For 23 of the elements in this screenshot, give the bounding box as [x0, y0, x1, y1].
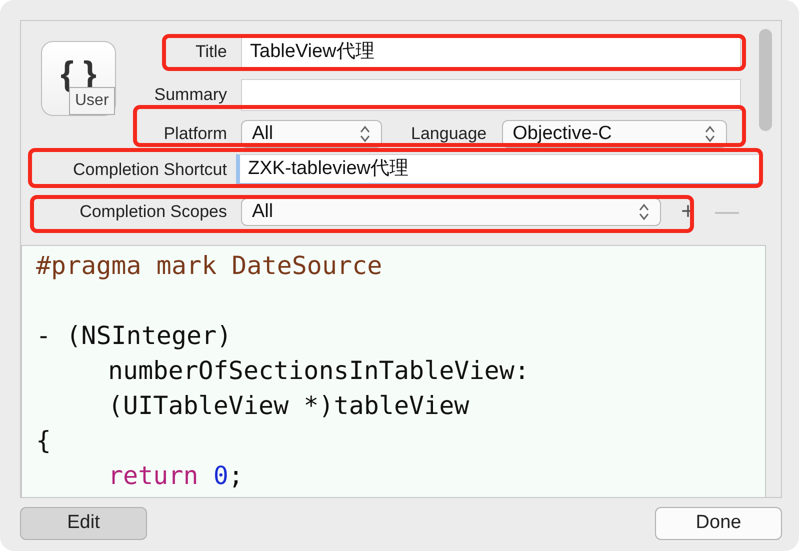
- chevron-icon: [359, 124, 371, 144]
- scrollbar-thumb[interactable]: [759, 29, 772, 131]
- field-label: Summary: [153, 84, 227, 106]
- tooltip: User: [69, 87, 115, 115]
- code-line: - (NSInteger): [36, 320, 233, 352]
- code-line: #pragma mark DateSource: [36, 250, 384, 282]
- code-line: {: [36, 425, 52, 457]
- code-line: numberOfSectionsInTableView:: [107, 355, 530, 387]
- text-field[interactable]: TableView代理: [241, 36, 741, 68]
- code-editor[interactable]: #pragma mark DateSource - (NSInteger) numberOfSectionsInTableView: (UITableView *)tableView { return 0;: [21, 245, 766, 498]
- done-button[interactable]: Done: [655, 507, 782, 540]
- field-label: Language: [411, 123, 487, 146]
- chevron-icon: [704, 124, 716, 144]
- field-label: Completion Scopes: [78, 201, 227, 224]
- code-line: return 0;: [107, 460, 244, 492]
- field-label: Completion Shortcut: [72, 159, 227, 182]
- chevron-icon: [638, 202, 650, 222]
- popup-button[interactable]: All: [241, 198, 661, 226]
- text-field[interactable]: ZXK-tableview代理: [236, 154, 761, 186]
- field-label: Platform: [162, 123, 227, 146]
- field-label: Title: [194, 41, 227, 64]
- edit-button[interactable]: Edit: [20, 507, 147, 540]
- code-line: (UITableView *)tableView: [107, 390, 470, 422]
